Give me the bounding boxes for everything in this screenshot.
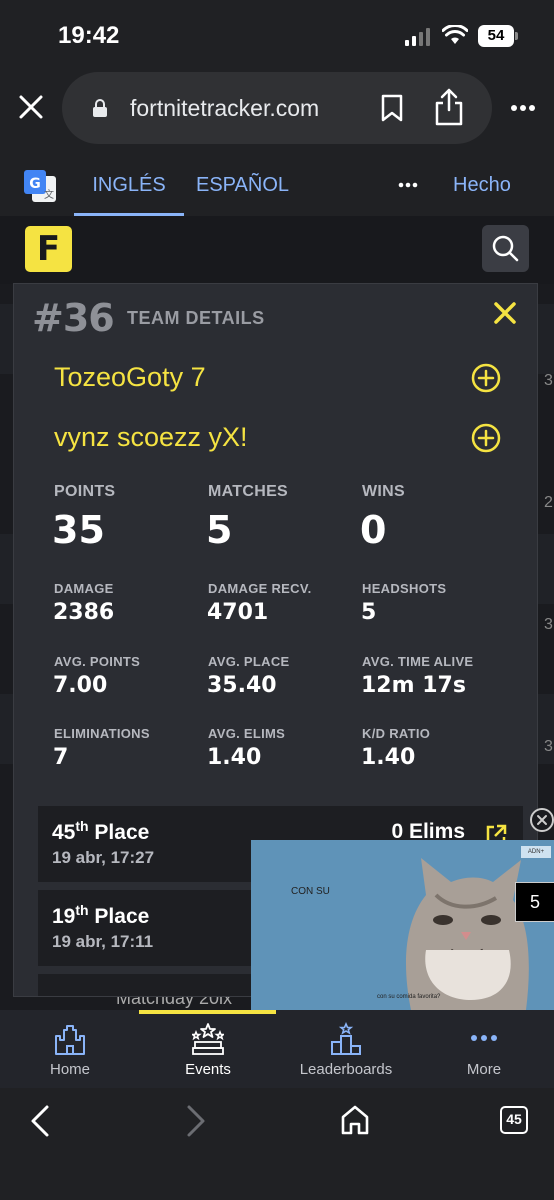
stat-value-avg-time-alive: 12m 17s xyxy=(361,673,466,698)
ad-caption: con su comida favorita? xyxy=(377,994,441,1000)
close-icon[interactable] xyxy=(493,301,517,325)
nav-label: More xyxy=(466,1061,502,1078)
bookmark-icon[interactable] xyxy=(380,94,404,122)
stat-label-matches: MATCHES xyxy=(208,483,289,500)
edge-number: 2 xyxy=(544,494,553,511)
stat-value-points: 35 xyxy=(52,508,105,552)
card-title: TEAM DETAILS xyxy=(127,308,265,328)
close-icon xyxy=(537,815,547,825)
player-name[interactable]: TozeoGoty 7 xyxy=(54,362,206,393)
stat-value-wins: 0 xyxy=(360,508,387,552)
home-icon[interactable] xyxy=(340,1104,370,1136)
stat-label-avg-place: AVG. PLACE xyxy=(208,654,290,669)
signal-icon xyxy=(405,28,431,46)
google-translate-icon: G 文 xyxy=(24,170,56,202)
wifi-icon xyxy=(442,25,468,44)
site-logo[interactable]: F xyxy=(25,226,72,272)
nav-item-home[interactable]: Home xyxy=(10,1010,130,1088)
svg-text:G: G xyxy=(29,176,41,192)
ad-headline: CON SU xyxy=(291,886,330,897)
tab-target-language[interactable]: ESPAÑOL xyxy=(196,150,289,220)
address-bar[interactable]: fortnitetracker.com xyxy=(62,72,492,144)
nav-label: Events xyxy=(185,1061,231,1078)
add-player-icon[interactable] xyxy=(470,422,502,454)
status-bar: 19:42 54 xyxy=(0,0,554,70)
edge-number: 3 xyxy=(544,372,553,389)
active-nav-indicator xyxy=(139,1010,276,1014)
browser-toolbar: 45 xyxy=(0,1088,554,1200)
stat-value-damage-recv: 4701 xyxy=(207,600,269,625)
status-time: 19:42 xyxy=(58,22,120,49)
match-place: 19th Place xyxy=(52,902,150,928)
team-rank: #36 xyxy=(32,296,115,340)
share-icon[interactable] xyxy=(434,88,464,126)
stat-value-avg-points: 7.00 xyxy=(53,673,108,698)
cat-image xyxy=(406,858,529,1010)
stat-label-kd-ratio: K/D RATIO xyxy=(362,726,431,741)
stat-value-eliminations: 7 xyxy=(53,745,69,770)
url-text[interactable]: fortnitetracker.com xyxy=(130,95,319,122)
search-icon xyxy=(492,235,519,262)
castle-icon xyxy=(55,1025,85,1055)
player-name[interactable]: vynz scoezz yX! xyxy=(54,422,248,453)
tab-switcher-button[interactable]: 45 xyxy=(500,1106,528,1134)
video-ad[interactable]: CON SU ADN+ 5 con su comida favorita? xyxy=(251,840,554,1010)
edge-number: 3 xyxy=(544,738,553,755)
stat-label-avg-points: AVG. POINTS xyxy=(54,654,141,669)
nav-label: Leaderboards xyxy=(299,1061,393,1078)
trophy-stars-icon xyxy=(192,1023,224,1055)
podium-icon xyxy=(331,1022,361,1055)
stat-label-damage-recv: DAMAGE RECV. xyxy=(208,581,312,596)
site-bottom-nav: Home Events Leaderboards More xyxy=(0,1010,554,1088)
match-date: 19 abr, 17:11 xyxy=(52,932,154,951)
nav-label: Home xyxy=(49,1061,90,1078)
stat-value-avg-elims: 1.40 xyxy=(207,745,262,770)
stat-label-points: POINTS xyxy=(54,483,116,500)
battery-indicator: 54 xyxy=(478,25,518,47)
match-place: 45th Place xyxy=(52,818,150,844)
stat-label-damage: DAMAGE xyxy=(54,581,114,596)
match-date: 19 abr, 17:27 xyxy=(52,848,155,867)
ad-countdown[interactable]: 5 xyxy=(515,882,554,922)
translate-done-button[interactable]: Hecho xyxy=(453,150,511,220)
stat-label-wins: WINS xyxy=(362,483,405,500)
browser-address-row: fortnitetracker.com xyxy=(0,70,554,150)
lock-icon xyxy=(93,99,107,117)
translate-bar: G 文 INGLÉS ESPAÑOL Hecho xyxy=(0,150,554,216)
edge-number: 3 xyxy=(544,616,553,633)
translate-more-icon[interactable] xyxy=(398,182,418,188)
stat-label-eliminations: ELIMINATIONS xyxy=(54,726,150,741)
add-player-icon[interactable] xyxy=(470,362,502,394)
stat-value-kd-ratio: 1.40 xyxy=(361,745,416,770)
stat-label-avg-time-alive: AVG. TIME ALIVE xyxy=(362,654,474,669)
nav-item-more[interactable]: More xyxy=(424,1010,544,1088)
nav-item-leaderboards[interactable]: Leaderboards xyxy=(286,1010,406,1088)
nav-item-events[interactable]: Events xyxy=(148,1010,268,1088)
ad-close-button[interactable] xyxy=(530,808,554,832)
close-tab-icon[interactable] xyxy=(16,92,46,122)
stat-label-avg-elims: AVG. ELIMS xyxy=(208,726,286,741)
stat-value-damage: 2386 xyxy=(53,600,115,625)
more-dots-icon xyxy=(471,1035,497,1041)
site-header: F xyxy=(0,216,554,284)
search-button[interactable] xyxy=(482,225,529,272)
stat-value-matches: 5 xyxy=(206,508,233,552)
stat-value-avg-place: 35.40 xyxy=(207,673,277,698)
stat-value-headshots: 5 xyxy=(361,600,377,625)
back-arrow-icon[interactable] xyxy=(28,1104,52,1138)
stat-label-headshots: HEADSHOTS xyxy=(362,581,447,596)
tab-source-language[interactable]: INGLÉS xyxy=(74,150,184,216)
forward-arrow-icon[interactable] xyxy=(184,1104,208,1138)
svg-text:文: 文 xyxy=(44,188,54,201)
browser-menu-icon[interactable] xyxy=(510,104,536,112)
